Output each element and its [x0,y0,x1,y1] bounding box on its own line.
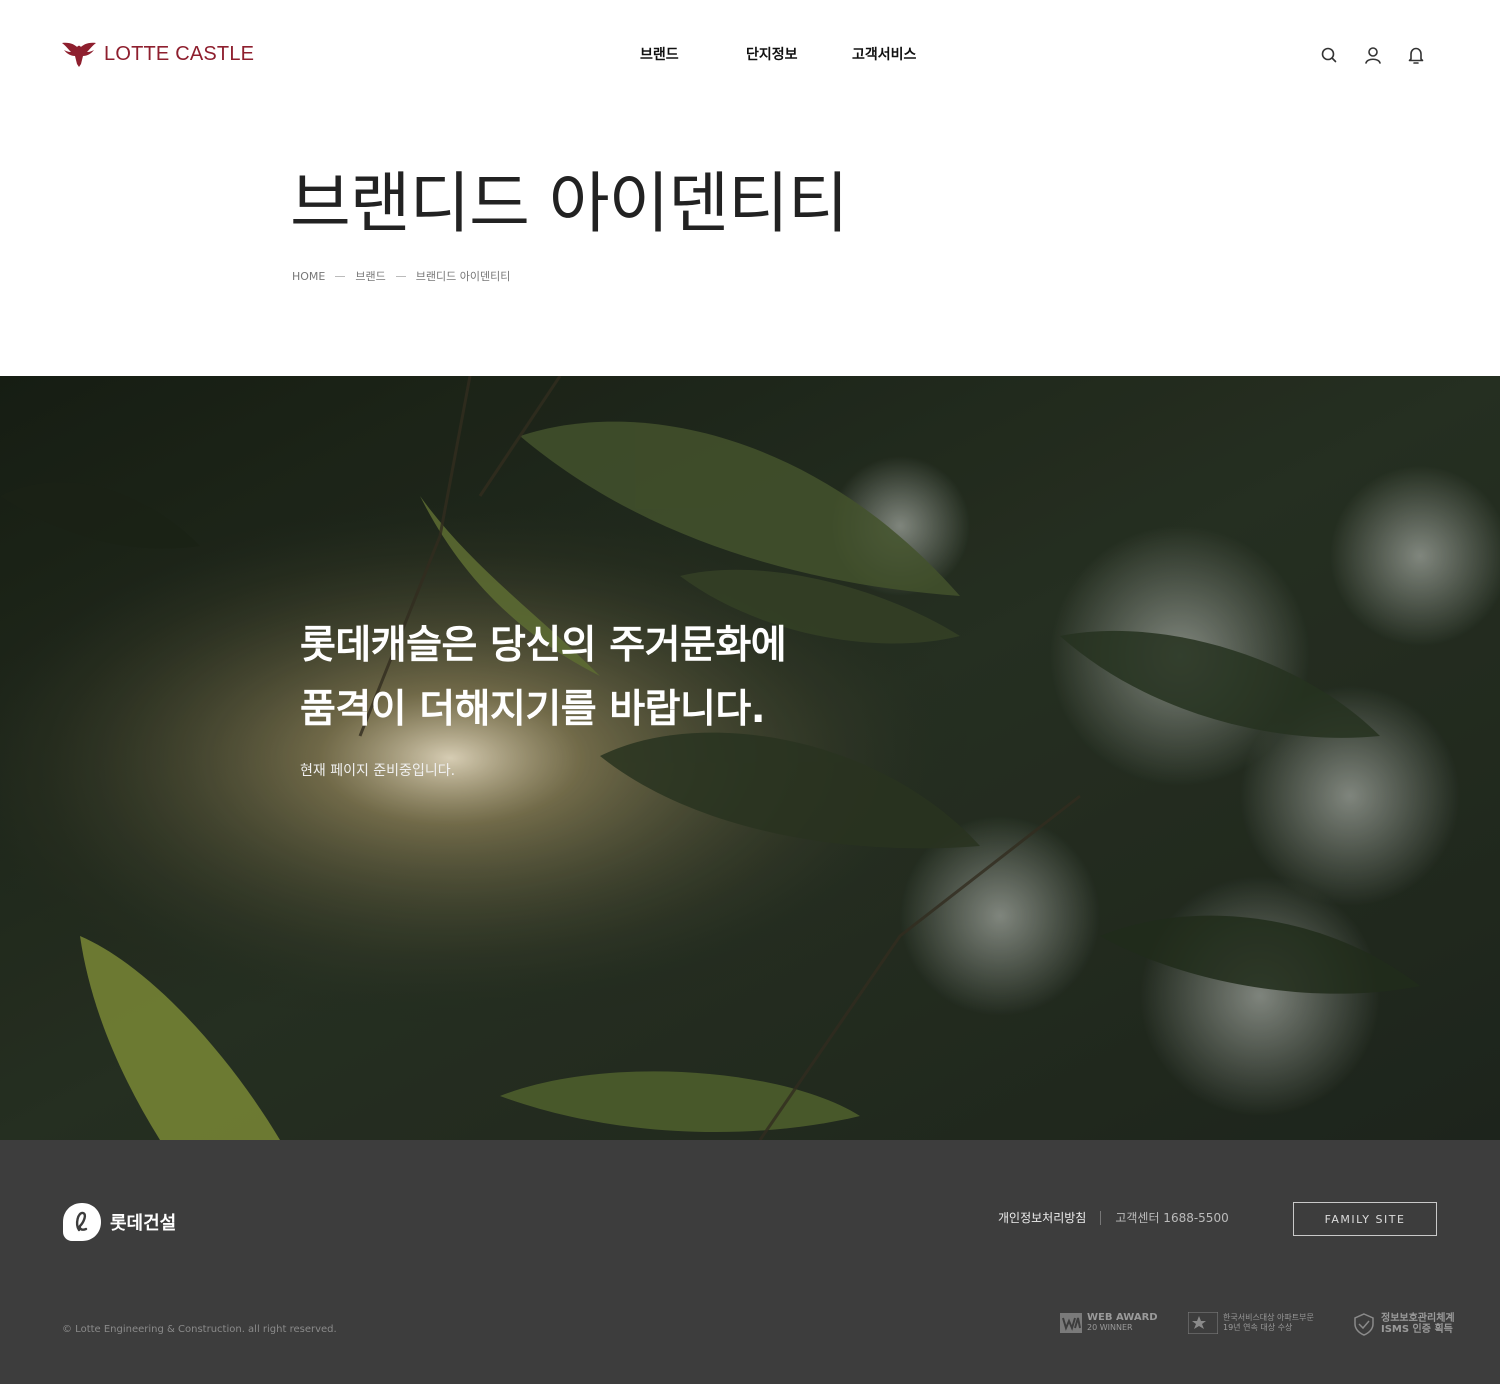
isms-badge: 정보보호관리체계 ISMS 인증 획득 [1352,1312,1455,1336]
breadcrumb-home[interactable]: HOME [292,270,325,283]
nav-customer-service[interactable]: 고객서비스 [852,44,916,64]
breadcrumb-separator [395,275,406,277]
bell-icon[interactable] [1405,44,1427,66]
lotte-e-logo-icon [63,1203,101,1241]
web-award-icon [1060,1312,1082,1333]
star-award-icon [1188,1312,1218,1334]
hero-copy: 롯데캐슬은 당신의 주거문화에 품격이 더해지기를 바랍니다. 현재 페이지 준… [300,614,787,780]
service-award-badge: 한국서비스대상 아파트부문 19년 연속 대상 수상 [1188,1312,1314,1334]
site-header: LOTTE CASTLE 브랜드 단지정보 고객서비스 [0,0,1500,110]
award-subtitle: ISMS 인증 획득 [1381,1324,1453,1335]
award-title: 정보보호관리체계 [1381,1313,1455,1324]
nav-complex-info[interactable]: 단지정보 [746,44,798,64]
shield-icon [1354,1313,1374,1336]
hero-headline-line2: 품격이 더해지기를 바랍니다. [300,687,766,732]
footer-logo-text: 롯데건설 [110,1213,177,1234]
family-site-button[interactable]: FAMILY SITE [1293,1202,1437,1236]
copyright-text: © Lotte Engineering & Construction. all … [62,1324,337,1335]
footer-links: 개인정보처리방침 고객센터 1688-5500 [998,1209,1229,1226]
site-footer: 롯데건설 개인정보처리방침 고객센터 1688-5500 FAMILY SITE… [0,1140,1500,1384]
user-icon[interactable] [1362,44,1384,66]
hero-subtext: 현재 페이지 준비중입니다. [300,763,456,779]
breadcrumb-separator [335,275,346,277]
hero-headline: 롯데캐슬은 당신의 주거문화에 품격이 더해지기를 바랍니다. [300,614,787,742]
award-title: 한국서비스대상 아파트부문 [1223,1313,1314,1322]
main-nav: 브랜드 단지정보 고객서비스 [0,44,1500,68]
breadcrumb-current: 브랜디드 아이덴티티 [415,270,511,283]
hero-headline-line1: 롯데캐슬은 당신의 주거문화에 [300,623,787,668]
page-title: 브랜디드 아이덴티티 [290,165,848,242]
lotte-construction-logo[interactable]: 롯데건설 [62,1202,176,1242]
breadcrumb-brand[interactable]: 브랜드 [355,268,385,284]
breadcrumb: HOME 브랜드 브랜디드 아이덴티티 [292,268,510,284]
search-icon[interactable] [1318,44,1340,66]
nav-brand[interactable]: 브랜드 [640,44,679,64]
footer-link-divider [1100,1210,1102,1225]
privacy-policy-link[interactable]: 개인정보처리방침 [998,1209,1086,1226]
customer-center-number: 고객센터 1688-5500 [1115,1211,1229,1225]
web-award-badge: WEB AWARD 20 WINNER [1060,1312,1158,1333]
award-subtitle: 19년 연속 대상 수상 [1223,1323,1293,1332]
award-title: WEB AWARD [1087,1312,1158,1323]
hero-section: 롯데캐슬은 당신의 주거문화에 품격이 더해지기를 바랍니다. 현재 페이지 준… [0,376,1500,1140]
award-subtitle: 20 WINNER [1087,1323,1133,1332]
